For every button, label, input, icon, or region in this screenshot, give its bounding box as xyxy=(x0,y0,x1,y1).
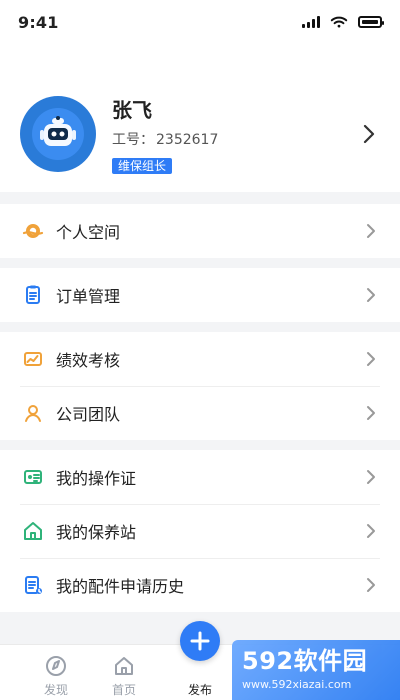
menu-item-label: 我的配件申请历史 xyxy=(56,577,185,596)
compass-icon xyxy=(43,653,69,679)
status-icons xyxy=(302,16,384,28)
menu-item-operation-certificate[interactable]: 我的操作证 xyxy=(0,450,400,504)
user-name: 张飞 xyxy=(112,98,152,122)
parts-history-icon xyxy=(20,572,46,598)
menu-section: 绩效考核 公司团队 xyxy=(0,332,400,440)
watermark-url: www.592xiazai.com xyxy=(242,678,352,691)
profile-row[interactable]: 张飞 工号： 2352617 维保组长 xyxy=(20,94,380,174)
team-person-icon xyxy=(20,400,46,426)
status-bar: 9:41 xyxy=(0,0,400,44)
app: 9:41 张飞 工号： 2352617 维保组长 个人空间 订单管理 绩效考核 … xyxy=(0,0,400,700)
order-clipboard-icon xyxy=(20,282,46,308)
home-icon xyxy=(111,653,137,679)
employee-number: 工号： 2352617 xyxy=(112,129,348,149)
menu-item-label: 绩效考核 xyxy=(56,351,121,370)
cellular-signal-icon xyxy=(302,16,320,28)
status-time: 9:41 xyxy=(18,12,59,32)
menu-section: 我的操作证 我的保养站 我的配件申请历史 xyxy=(0,450,400,612)
menu-item-label: 我的保养站 xyxy=(56,523,137,542)
menu-item-personal-space[interactable]: 个人空间 xyxy=(0,204,400,258)
tab-label: 发现 xyxy=(43,683,68,697)
menu-item-label: 我的操作证 xyxy=(56,469,137,488)
chevron-right-icon[interactable] xyxy=(358,123,380,145)
employee-number-label: 工号： xyxy=(112,132,154,148)
personal-space-icon xyxy=(20,218,46,244)
role-badge: 维保组长 xyxy=(112,158,173,174)
chevron-right-icon xyxy=(362,576,380,594)
tab-label: 首页 xyxy=(111,683,136,697)
id-card-icon xyxy=(20,464,46,490)
robot-avatar-icon xyxy=(20,96,96,172)
chevron-right-icon xyxy=(362,468,380,486)
menu-item-company-team[interactable]: 公司团队 xyxy=(0,386,400,440)
employee-number-value: 2352617 xyxy=(156,132,219,148)
menu-item-maintenance-station[interactable]: 我的保养站 xyxy=(0,504,400,558)
battery-icon xyxy=(358,16,384,28)
plus-icon xyxy=(190,631,210,651)
menu-section: 个人空间 xyxy=(0,204,400,258)
menu: 个人空间 订单管理 绩效考核 公司团队 我的操作证 我的保养站 我的配件申请历史 xyxy=(0,204,400,622)
menu-item-order-management[interactable]: 订单管理 xyxy=(0,268,400,322)
performance-chart-icon xyxy=(20,346,46,372)
menu-item-label: 公司团队 xyxy=(56,405,121,424)
tab-home[interactable]: 首页 xyxy=(84,653,164,699)
chevron-right-icon xyxy=(362,350,380,368)
watermark: 592软件园 www.592xiazai.com xyxy=(232,640,400,700)
profile-header[interactable]: 张飞 工号： 2352617 维保组长 xyxy=(0,44,400,192)
chevron-right-icon xyxy=(362,286,380,304)
menu-item-label: 订单管理 xyxy=(56,287,121,306)
watermark-brand: 592软件园 xyxy=(242,647,368,675)
tab-publish[interactable]: 发布 xyxy=(160,653,240,699)
tab-label: 发布 xyxy=(187,683,212,697)
chevron-right-icon xyxy=(362,404,380,422)
profile-info: 张飞 工号： 2352617 维保组长 xyxy=(112,94,348,174)
publish-tab-spacer xyxy=(187,653,213,679)
chevron-right-icon xyxy=(362,222,380,240)
home-station-icon xyxy=(20,518,46,544)
chevron-right-icon xyxy=(362,522,380,540)
menu-item-performance[interactable]: 绩效考核 xyxy=(0,332,400,386)
wifi-icon xyxy=(330,16,348,28)
menu-section: 订单管理 xyxy=(0,268,400,322)
tab-bar: 发现 首页 发布 592软件园 www.592xiazai.com xyxy=(0,621,400,700)
menu-item-parts-history[interactable]: 我的配件申请历史 xyxy=(0,558,400,612)
menu-item-label: 个人空间 xyxy=(56,223,121,242)
